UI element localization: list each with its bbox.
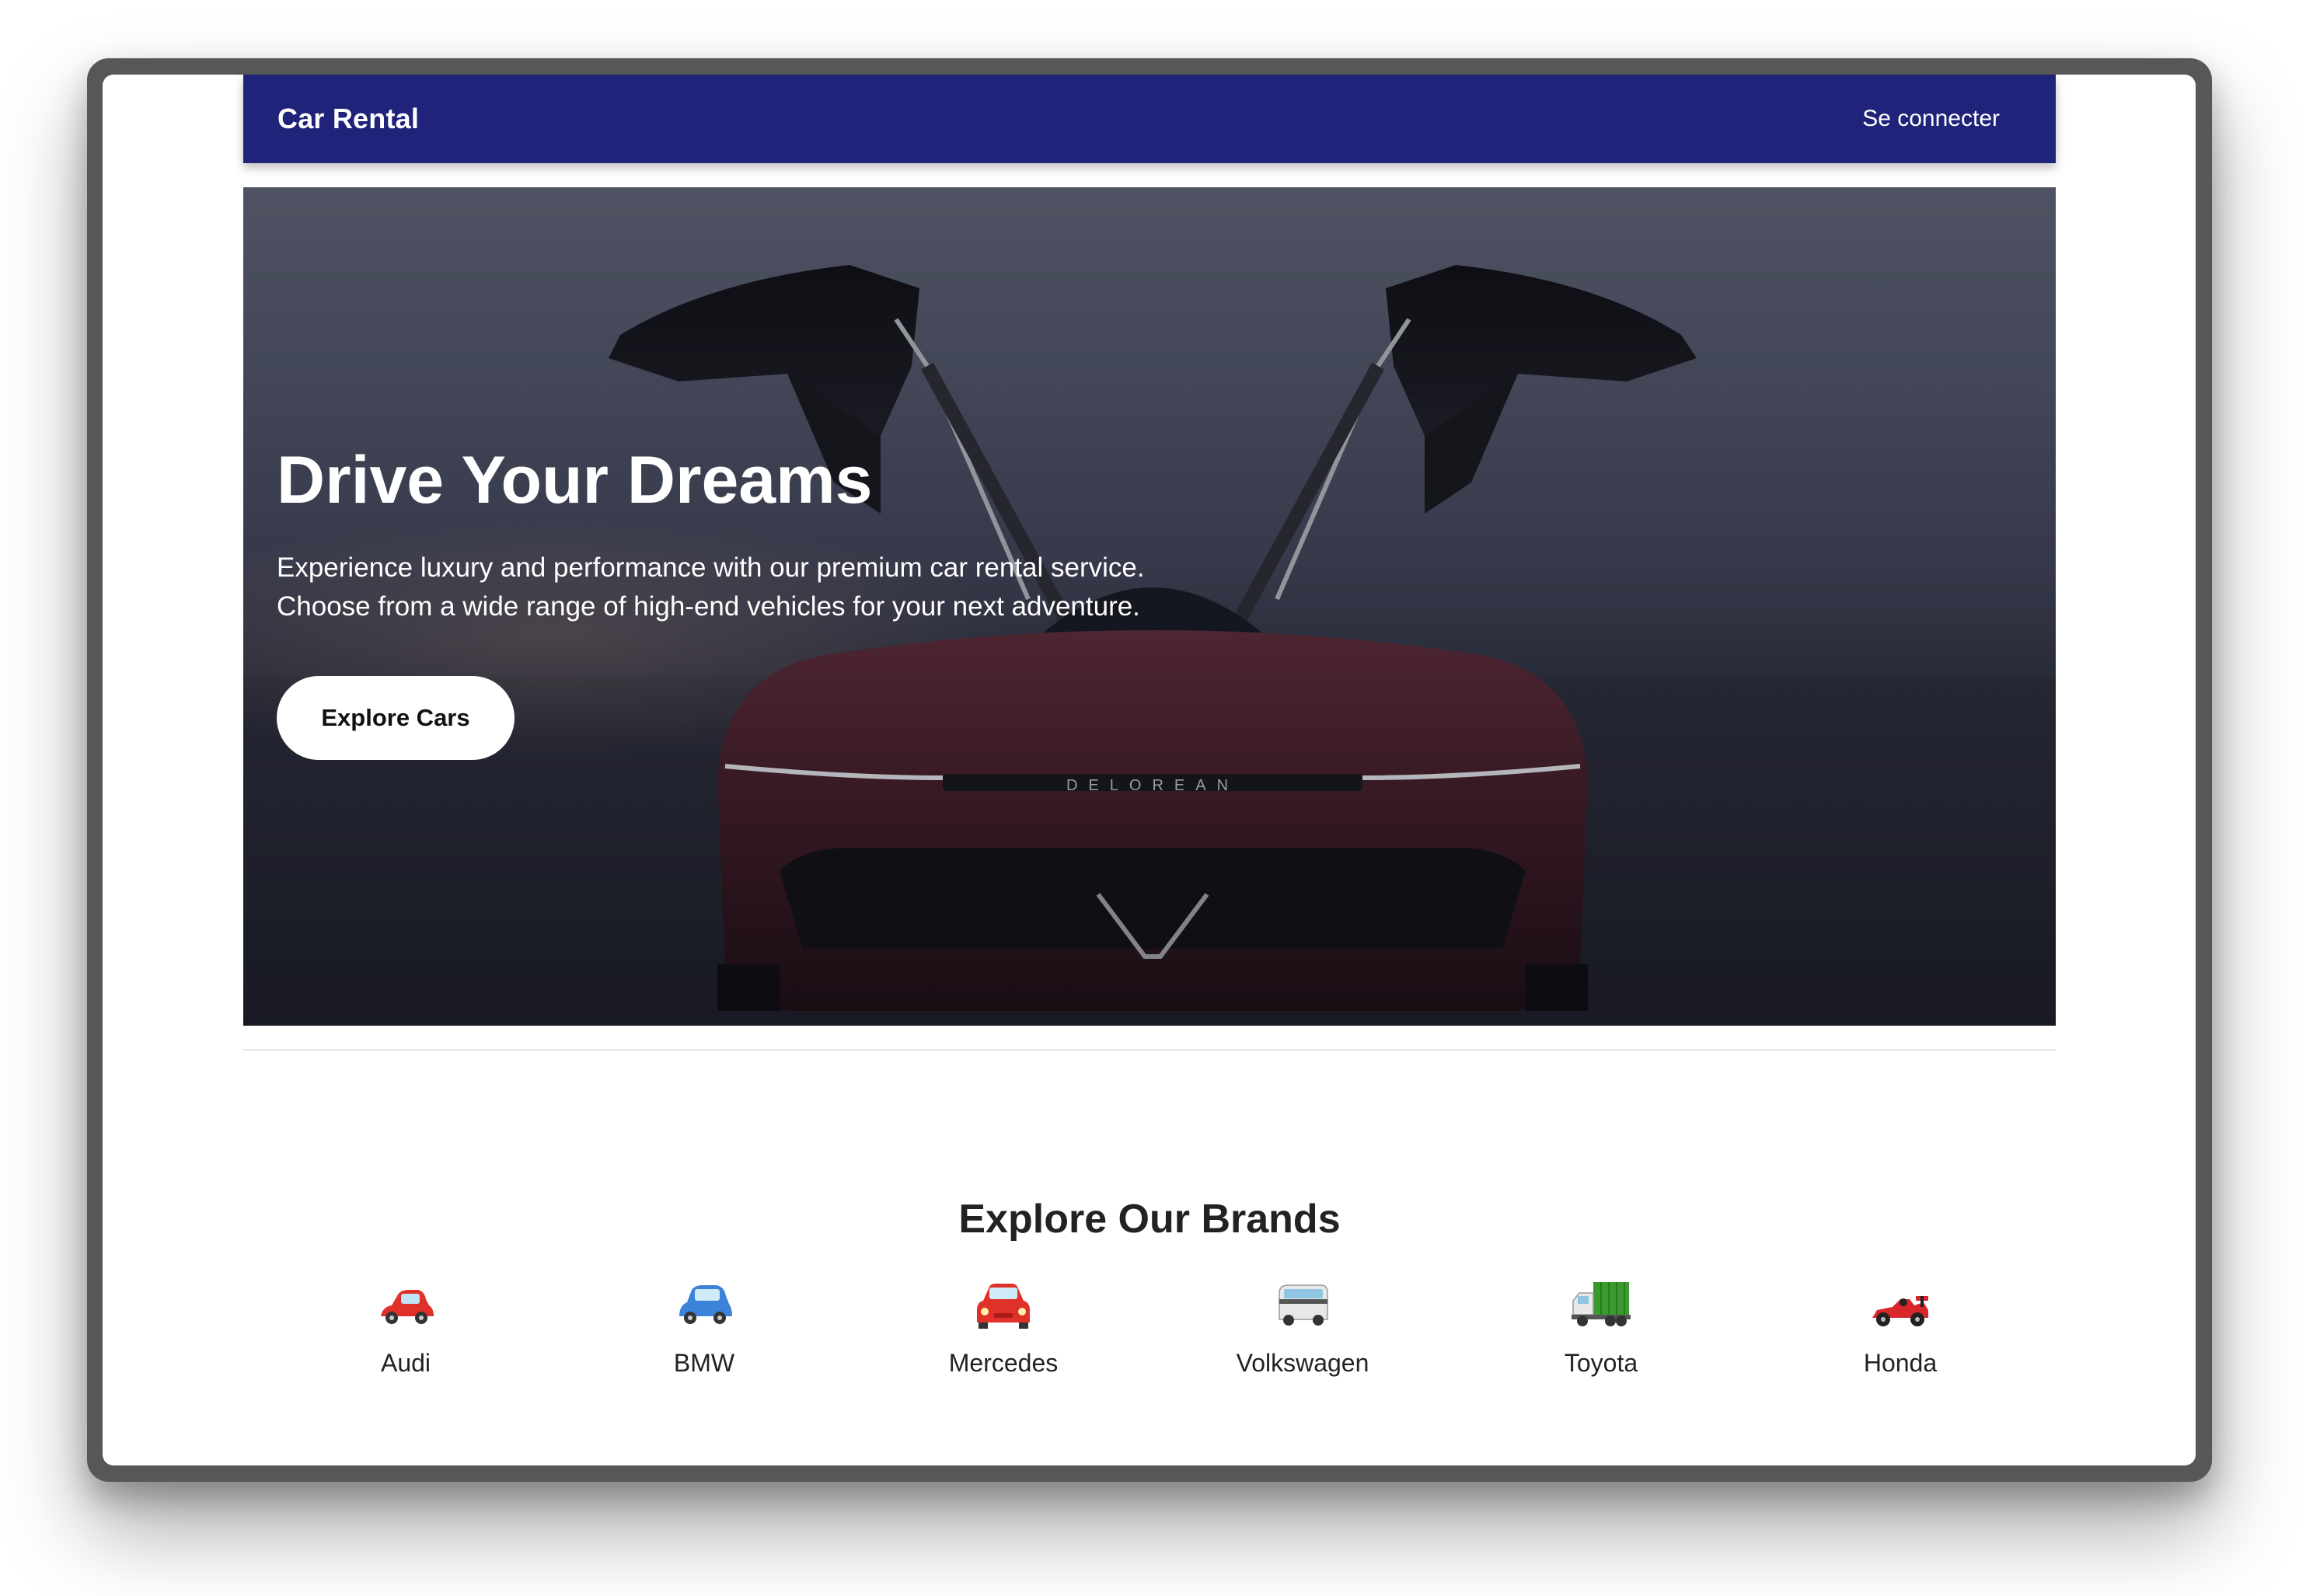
hero-subtitle: Experience luxury and performance with o… xyxy=(277,552,1145,622)
red-car-icon xyxy=(381,1290,434,1324)
section-divider xyxy=(243,1049,2056,1051)
brand-name: Mercedes xyxy=(948,1349,1059,1377)
brand-item-volkswagen[interactable]: Volkswagen xyxy=(1186,1279,1419,1378)
site-logo-text[interactable]: Car Rental xyxy=(277,103,419,135)
blue-car-icon xyxy=(679,1285,732,1324)
truck-icon xyxy=(1572,1282,1631,1326)
brand-name: BMW xyxy=(673,1349,735,1377)
brands-heading: Explore Our Brands xyxy=(958,1197,1341,1242)
brand-item-bmw[interactable]: BMW xyxy=(588,1279,821,1378)
explore-cars-button[interactable]: Explore Cars xyxy=(277,676,515,760)
brand-item-toyota[interactable]: Toyota xyxy=(1484,1279,1718,1378)
hero-section: DELOREAN Drive Your Dreams Experience lu… xyxy=(243,187,2056,1026)
race-car-icon xyxy=(1872,1296,1928,1326)
brand-name: Toyota xyxy=(1564,1349,1638,1377)
brand-name: Audi xyxy=(380,1349,431,1377)
brand-item-audi[interactable]: Audi xyxy=(289,1279,522,1378)
brand-list: Audi BMW Mercedes Volkswagen Toyota Hond… xyxy=(243,1279,2056,1403)
brand-item-mercedes[interactable]: Mercedes xyxy=(887,1279,1120,1378)
navbar: Car Rental Se connecter xyxy=(243,75,2056,163)
brand-name: Honda xyxy=(1863,1349,1938,1377)
login-link[interactable]: Se connecter xyxy=(1862,106,2000,132)
hero-title: Drive Your Dreams xyxy=(277,443,873,517)
hero-text-block: Drive Your Dreams Experience luxury and … xyxy=(277,444,1287,626)
red-car-front-icon xyxy=(977,1284,1030,1329)
brand-item-honda[interactable]: Honda xyxy=(1784,1279,2017,1378)
brand-name: Volkswagen xyxy=(1236,1349,1369,1377)
browser-viewport: Car Rental Se connecter Drive Your Dream… xyxy=(103,75,2196,1465)
van-icon xyxy=(1279,1284,1328,1326)
